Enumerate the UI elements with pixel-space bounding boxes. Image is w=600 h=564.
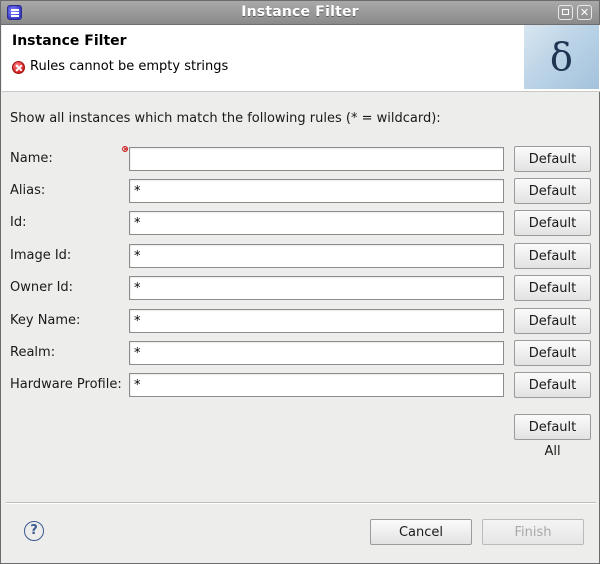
instance-filter-dialog: Instance Filter ✕ Instance Filter Rules … [0,0,600,564]
name-input[interactable] [129,147,504,171]
hardware-profile-default-button[interactable]: Default [514,372,591,398]
realm-input[interactable] [129,341,504,365]
error-message: Rules cannot be empty strings [30,59,229,74]
banner-image: δ [524,25,599,89]
help-icon[interactable]: ? [24,521,44,541]
field-error-icon [122,146,128,152]
maximize-icon[interactable] [558,5,573,20]
default-all-button[interactable]: Default All [514,414,591,459]
window-title: Instance Filter [241,4,359,20]
dialog-header: Instance Filter Rules cannot be empty st… [2,25,600,92]
image-id-input[interactable] [129,244,504,268]
footer-separator [6,502,596,504]
close-icon[interactable]: ✕ [577,5,592,20]
error-icon [12,61,25,74]
owner-id-label: Owner Id: [10,280,74,295]
image-id-default-button[interactable]: Default [514,243,591,269]
name-label: Name: [10,151,53,166]
id-input[interactable] [129,211,504,235]
key-name-default-button[interactable]: Default [514,308,591,334]
realm-label: Realm: [10,345,56,360]
finish-button[interactable]: Finish [482,519,584,545]
alias-default-button[interactable]: Default [514,178,591,204]
id-default-button[interactable]: Default [514,210,591,236]
owner-id-default-button[interactable]: Default [514,275,591,301]
hardware-profile-label: Hardware Profile: [10,377,122,392]
header-title: Instance Filter [12,33,127,49]
title-bar[interactable]: Instance Filter ✕ [1,1,599,25]
alias-input[interactable] [129,179,504,203]
cancel-button[interactable]: Cancel [370,519,472,545]
key-name-label: Key Name: [10,313,81,328]
id-label: Id: [10,215,27,230]
image-id-label: Image Id: [10,248,72,263]
delta-icon: δ [550,35,573,79]
name-default-button[interactable]: Default [514,146,591,172]
key-name-input[interactable] [129,309,504,333]
alias-label: Alias: [10,183,46,198]
instructions-text: Show all instances which match the follo… [10,111,441,126]
owner-id-input[interactable] [129,276,504,300]
hardware-profile-input[interactable] [129,373,504,397]
realm-default-button[interactable]: Default [514,340,591,366]
